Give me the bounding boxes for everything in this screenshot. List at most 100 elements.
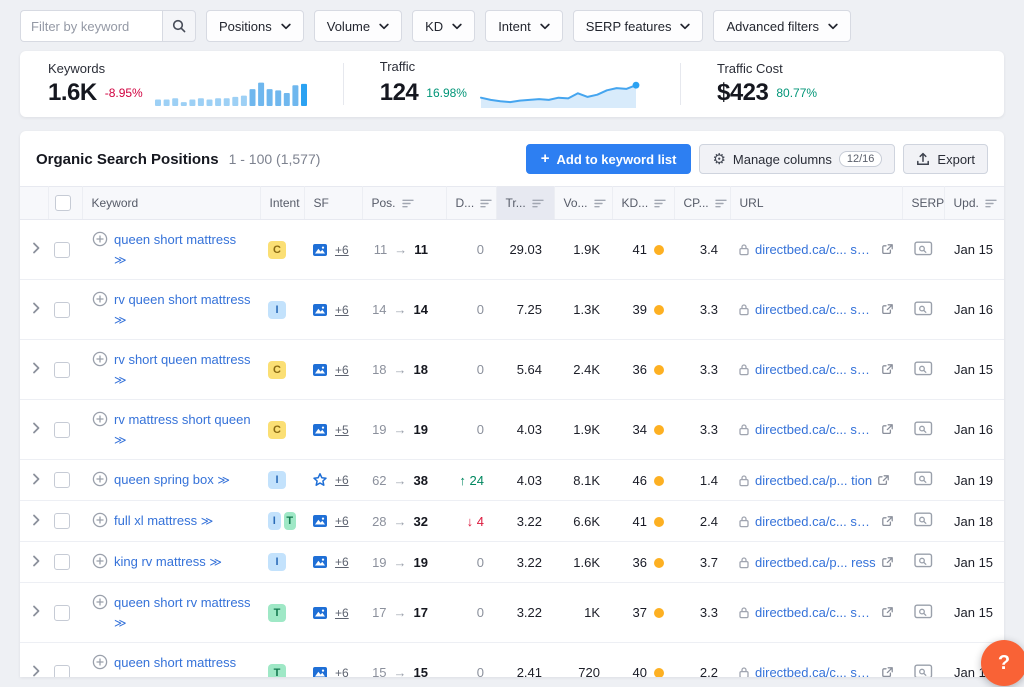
- serp-preview-icon[interactable]: [914, 421, 933, 436]
- url-link[interactable]: directbed.ca/c... sses: [755, 422, 876, 437]
- serp-features-more-link[interactable]: +6: [335, 363, 349, 377]
- external-link-icon[interactable]: [881, 556, 894, 569]
- serp-features-more-link[interactable]: +6: [335, 606, 349, 620]
- keyword-double-chevron-icon[interactable]: ≫: [114, 616, 127, 630]
- external-link-icon[interactable]: [881, 423, 894, 436]
- keyword-link[interactable]: rv mattress short queen: [114, 412, 251, 427]
- plus-circle-icon[interactable]: [92, 594, 108, 613]
- keyword-double-chevron-icon[interactable]: ≫: [217, 473, 230, 487]
- external-link-icon[interactable]: [881, 606, 894, 619]
- column-header-vo[interactable]: Vo...: [554, 187, 612, 220]
- url-link[interactable]: directbed.ca/p... ress: [755, 555, 876, 570]
- keyword-double-chevron-icon[interactable]: ≫: [147, 676, 160, 678]
- keyword-link[interactable]: rv queen short mattress: [114, 292, 251, 307]
- serp-preview-icon[interactable]: [914, 664, 933, 678]
- filter-dropdown-positions[interactable]: Positions: [206, 10, 304, 42]
- url-link[interactable]: directbed.ca/c... sses: [755, 665, 876, 677]
- filter-dropdown-serp-features[interactable]: SERP features: [573, 10, 704, 42]
- filter-dropdown-volume[interactable]: Volume: [314, 10, 402, 42]
- column-header-d[interactable]: D...: [446, 187, 496, 220]
- plus-circle-icon[interactable]: [92, 291, 108, 310]
- keyword-double-chevron-icon[interactable]: ≫: [114, 373, 127, 387]
- column-header-kd[interactable]: KD...: [612, 187, 674, 220]
- serp-features-more-link[interactable]: +6: [335, 514, 349, 528]
- keyword-link[interactable]: king rv mattress: [114, 554, 206, 569]
- manage-columns-button[interactable]: ⚙ Manage columns 12/16: [699, 144, 895, 174]
- row-checkbox[interactable]: [54, 242, 70, 258]
- external-link-icon[interactable]: [881, 243, 894, 256]
- serp-preview-icon[interactable]: [914, 604, 933, 619]
- keyword-double-chevron-icon[interactable]: ≫: [114, 313, 127, 327]
- serp-features-more-link[interactable]: +6: [335, 473, 349, 487]
- keyword-double-chevron-icon[interactable]: ≫: [114, 433, 127, 447]
- column-header-cp[interactable]: CP...: [674, 187, 730, 220]
- plus-circle-icon[interactable]: [92, 512, 108, 531]
- keyword-link[interactable]: rv short queen mattress: [114, 352, 251, 367]
- serp-preview-icon[interactable]: [914, 512, 933, 527]
- url-link[interactable]: directbed.ca/c... sses: [755, 514, 876, 529]
- serp-preview-icon[interactable]: [914, 361, 933, 376]
- url-link[interactable]: directbed.ca/c... sses: [755, 242, 876, 257]
- column-header-pos[interactable]: Pos.: [362, 187, 446, 220]
- serp-features-more-link[interactable]: +6: [335, 303, 349, 317]
- serp-features-more-link[interactable]: +6: [335, 555, 349, 569]
- expand-row-chevron-icon[interactable]: [28, 240, 44, 259]
- external-link-icon[interactable]: [881, 515, 894, 528]
- row-checkbox[interactable]: [54, 605, 70, 621]
- serp-features-more-link[interactable]: +6: [335, 243, 349, 257]
- expand-row-chevron-icon[interactable]: [28, 603, 44, 622]
- filter-dropdown-kd[interactable]: KD: [412, 10, 475, 42]
- row-checkbox[interactable]: [54, 422, 70, 438]
- keyword-link[interactable]: queen short mattress for rv: [114, 655, 236, 677]
- plus-circle-icon[interactable]: [92, 654, 108, 673]
- row-checkbox[interactable]: [54, 472, 70, 488]
- external-link-icon[interactable]: [881, 303, 894, 316]
- add-to-keyword-list-button[interactable]: + Add to keyword list: [526, 144, 692, 174]
- serp-preview-icon[interactable]: [914, 241, 933, 256]
- help-button[interactable]: ?: [981, 640, 1024, 686]
- filter-dropdown-intent[interactable]: Intent: [485, 10, 563, 42]
- serp-features-more-link[interactable]: +6: [335, 666, 349, 678]
- url-link[interactable]: directbed.ca/p... tion: [755, 473, 872, 488]
- serp-preview-icon[interactable]: [914, 471, 933, 486]
- external-link-icon[interactable]: [881, 666, 894, 677]
- keyword-link[interactable]: queen spring box: [114, 472, 214, 487]
- plus-circle-icon[interactable]: [92, 411, 108, 430]
- expand-row-chevron-icon[interactable]: [28, 360, 44, 379]
- export-button[interactable]: Export: [903, 144, 988, 174]
- keyword-double-chevron-icon[interactable]: ≫: [209, 555, 222, 569]
- serp-preview-icon[interactable]: [914, 301, 933, 316]
- external-link-icon[interactable]: [881, 363, 894, 376]
- keyword-link[interactable]: queen short rv mattress: [114, 595, 251, 610]
- row-checkbox[interactable]: [54, 554, 70, 570]
- row-checkbox[interactable]: [54, 302, 70, 318]
- plus-circle-icon[interactable]: [92, 471, 108, 490]
- keyword-link[interactable]: queen short mattress: [114, 232, 236, 247]
- expand-row-chevron-icon[interactable]: [28, 553, 44, 572]
- url-link[interactable]: directbed.ca/c... sses: [755, 362, 876, 377]
- expand-row-chevron-icon[interactable]: [28, 471, 44, 490]
- keyword-double-chevron-icon[interactable]: ≫: [201, 514, 214, 528]
- expand-row-chevron-icon[interactable]: [28, 300, 44, 319]
- url-link[interactable]: directbed.ca/c... sses: [755, 302, 876, 317]
- column-header-tr[interactable]: Tr...: [496, 187, 554, 220]
- external-link-icon[interactable]: [877, 474, 890, 487]
- keyword-double-chevron-icon[interactable]: ≫: [114, 253, 127, 267]
- expand-row-chevron-icon[interactable]: [28, 420, 44, 439]
- expand-row-chevron-icon[interactable]: [28, 512, 44, 531]
- url-link[interactable]: directbed.ca/c... sses: [755, 605, 876, 620]
- filter-dropdown-advanced-filters[interactable]: Advanced filters: [713, 10, 851, 42]
- serp-preview-icon[interactable]: [914, 553, 933, 568]
- row-checkbox[interactable]: [54, 362, 70, 378]
- keyword-filter-input[interactable]: [20, 10, 162, 42]
- search-button[interactable]: [162, 10, 196, 42]
- column-header-upd[interactable]: Upd.: [944, 187, 1004, 220]
- row-checkbox[interactable]: [54, 513, 70, 529]
- plus-circle-icon[interactable]: [92, 231, 108, 250]
- serp-features-more-link[interactable]: +5: [335, 423, 349, 437]
- row-checkbox[interactable]: [54, 665, 70, 677]
- expand-row-chevron-icon[interactable]: [28, 663, 44, 677]
- select-all-checkbox[interactable]: [55, 195, 71, 211]
- plus-circle-icon[interactable]: [92, 553, 108, 572]
- keyword-link[interactable]: full xl mattress: [114, 513, 197, 528]
